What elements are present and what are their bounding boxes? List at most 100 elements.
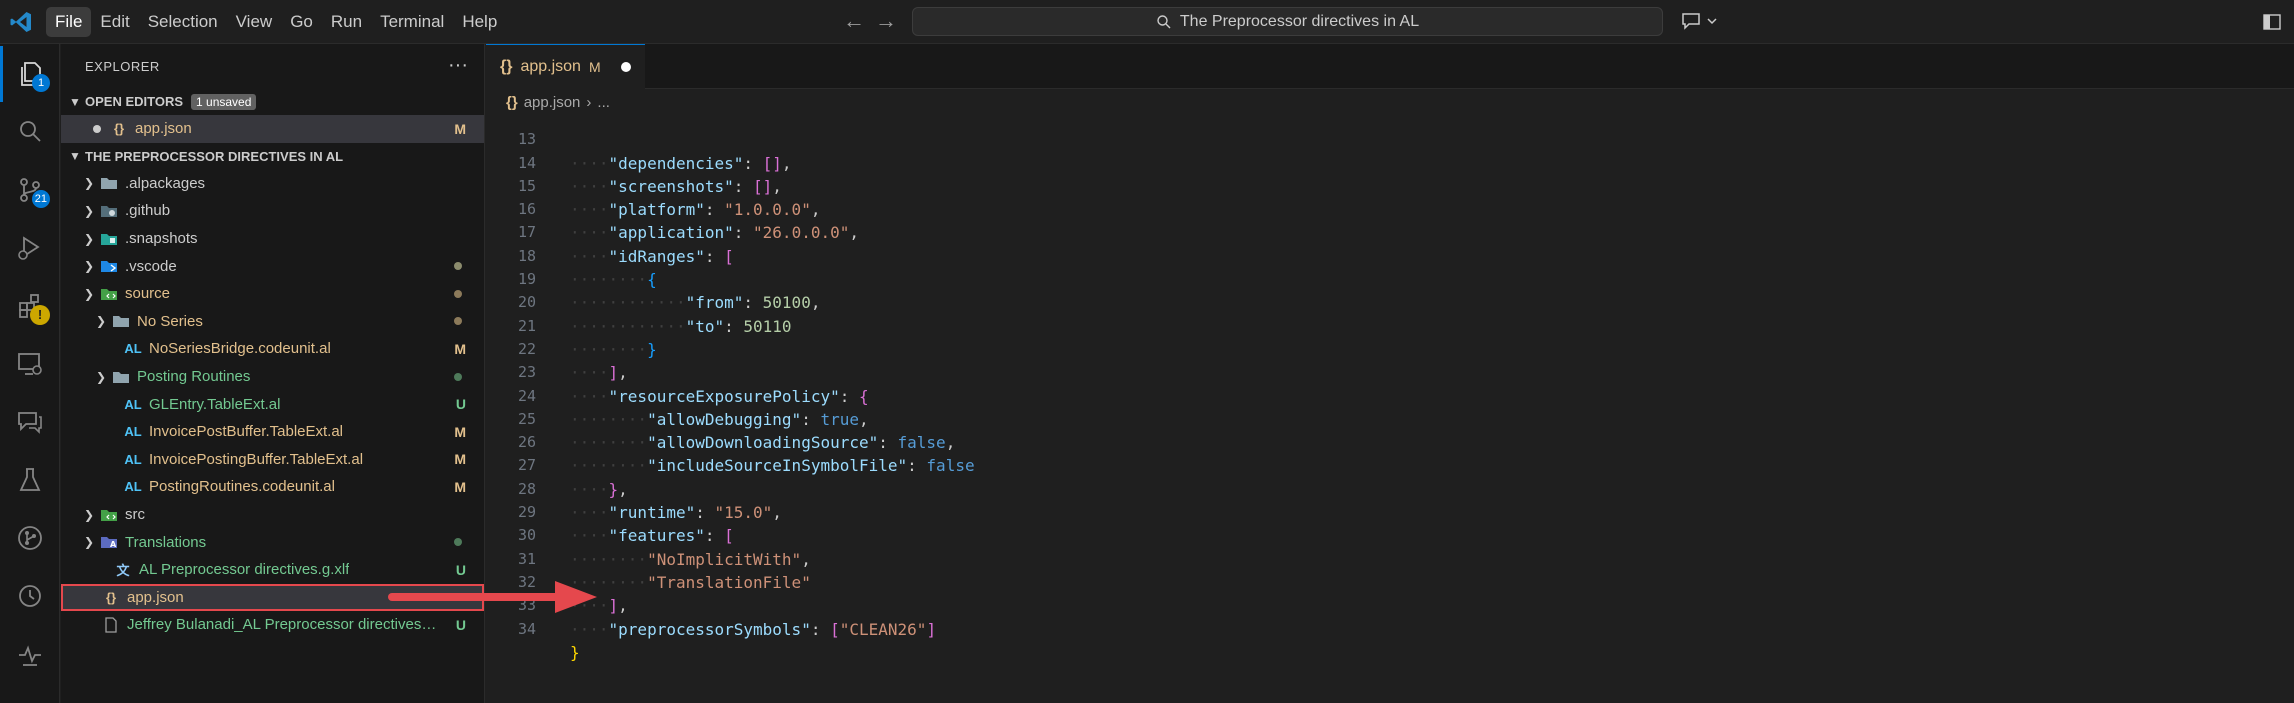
json-value: "CLEAN26" [839,619,927,639]
explorer-activity[interactable]: 1 [0,46,60,102]
remote-explorer-activity[interactable] [0,336,60,392]
git-decoration: M [454,340,466,357]
tab-app-json[interactable]: {} app.json M [486,44,645,89]
tree-file-invoicepostbuffer[interactable]: AL InvoicePostBuffer.TableExt.al M [61,418,484,446]
timeline-activity[interactable] [0,568,60,624]
source-folder-icon [99,506,119,524]
open-editors-header[interactable]: ▼ OPEN EDITORS 1 unsaved [61,88,484,115]
toggle-layout-icon[interactable] [2262,12,2282,32]
tree-label: InvoicePostingBuffer.TableExt.al [149,450,364,468]
menu-file[interactable]: File [46,7,92,37]
tree-file-xlf[interactable]: 文 AL Preprocessor directives.g.xlf U [61,556,484,584]
tree-file-jeffrey-bulanadi[interactable]: Jeffrey Bulanadi_AL Preprocessor directi… [61,611,484,639]
editor-area: {} app.json M {} app.json › ... 13 ····"… [486,44,2294,703]
tree-file-postingroutines[interactable]: AL PostingRoutines.codeunit.al M [61,473,484,501]
menu-run[interactable]: Run [322,7,371,37]
code-editor[interactable]: 13 ····"dependencies": [], 14 ····"scree… [486,116,2294,703]
json-file-icon: {} [105,589,117,605]
run-debug-activity[interactable] [0,220,60,276]
tree-label: .snapshots [125,230,198,248]
tree-label: .github [125,202,171,220]
workspace-header[interactable]: ▼ THE PREPROCESSOR DIRECTIVES IN AL [61,143,484,170]
title-bar: File Edit Selection View Go Run Terminal… [0,0,2294,44]
chevron-right-icon: ❯ [83,231,95,246]
chevron-down-icon: ▼ [69,94,81,109]
al-file-icon: AL [124,451,142,467]
menu-go[interactable]: Go [281,7,322,37]
tree-folder-translations[interactable]: ❯ A Translations [61,528,484,556]
tree-folder-vscode[interactable]: ❯ .vscode [61,252,484,280]
unsaved-badge: 1 unsaved [191,93,257,110]
breadcrumb-symbol[interactable]: ... [597,94,610,111]
tree-label: Translations [125,533,207,551]
json-file-icon: {} [506,94,518,111]
accounts-activity[interactable] [0,626,60,682]
run-debug-icon [18,236,40,260]
al-file-icon: AL [124,341,142,357]
code-line: 23 ····"resourceExposurePolicy": { [486,338,2294,405]
search-activity[interactable] [0,104,60,160]
testing-activity[interactable] [0,452,60,508]
code-line: 17 ····"idRanges": [ [486,198,2294,265]
forward-arrow-icon[interactable]: → [874,10,898,34]
menu-selection[interactable]: Selection [139,7,227,37]
modified-dot-icon [454,262,462,271]
menu-terminal[interactable]: Terminal [371,7,453,37]
chat-activity[interactable] [0,394,60,450]
git-graph-activity[interactable] [0,510,60,566]
tab-label: app.json [520,58,581,75]
tree-folder-alpackages[interactable]: ❯ .alpackages [61,170,484,198]
tree-file-noseriesbridge[interactable]: AL NoSeriesBridge.codeunit.al M [61,335,484,363]
tree-label: Jeffrey Bulanadi_AL Preprocessor directi… [127,616,437,634]
menu-view[interactable]: View [227,7,282,37]
chevron-down-icon: ❯ [95,314,107,329]
search-icon [20,121,41,142]
menu-help[interactable]: Help [453,7,506,37]
open-editor-item[interactable]: {} app.json M [61,115,484,143]
tree-folder-source[interactable]: ❯ source [61,280,484,308]
tree-label: .alpackages [125,174,206,192]
tree-file-invoicepostingbuffer[interactable]: AL InvoicePostingBuffer.TableExt.al M [61,446,484,474]
command-center-search[interactable]: The Preprocessor directives in AL [912,7,1663,36]
chevron-down-icon: ❯ [95,369,107,384]
code-line: 26 ········"includeSourceInSymbolFile": … [486,408,2294,475]
pulse-icon [19,645,41,666]
chat-icon[interactable] [1680,11,1720,33]
unsaved-dot-icon[interactable] [620,62,631,72]
code-line: 18 ········{ [486,222,2294,289]
tree-folder-no-series[interactable]: ❯ No Series [61,308,484,336]
menu-edit[interactable]: Edit [91,7,138,37]
git-decoration: M [454,451,466,468]
breadcrumb-file[interactable]: app.json [524,94,581,111]
tree-folder-snapshots[interactable]: ❯ .snapshots [61,225,484,253]
extensions-activity[interactable]: ! [0,278,60,334]
git-decoration: M [588,59,601,75]
tree-file-glentry[interactable]: AL GLEntry.TableExt.al U [61,390,484,418]
code-line: 28 ····"runtime": "15.0", [486,455,2294,522]
tree-label: PostingRoutines.codeunit.al [149,478,335,496]
chat-icon [18,412,42,434]
tree-file-app-json[interactable]: {} app.json [61,583,484,612]
menu-bar: File Edit Selection View Go Run Terminal… [46,7,506,37]
json-file-icon: {} [500,58,513,75]
code-line: 30 ········"NoImplicitWith", [486,501,2294,568]
json-key: "preprocessorSymbols" [608,619,811,639]
tree-label: app.json [127,588,184,606]
tree-folder-src[interactable]: ❯ src [61,501,484,529]
explorer-badge: 1 [32,74,50,92]
code-line: 16 ····"application": "26.0.0.0", [486,175,2294,242]
chevron-down-icon: ❯ [83,286,95,301]
tree-folder-posting-routines[interactable]: ❯ Posting Routines [61,363,484,391]
file-icon [101,616,121,634]
tree-folder-github[interactable]: ❯ .github [61,197,484,225]
source-control-activity[interactable]: 21 [0,162,60,218]
more-actions-icon[interactable]: ··· [448,54,468,77]
tree-label: source [125,285,171,303]
back-arrow-icon[interactable]: ← [842,10,866,34]
unsaved-dot-icon [93,124,101,133]
source-folder-icon [99,285,119,303]
chevron-down-icon: ❯ [83,535,95,550]
chevron-right-icon: ❯ [83,176,95,191]
beaker-icon [19,468,41,491]
workspace-label: THE PREPROCESSOR DIRECTIVES IN AL [85,148,344,164]
